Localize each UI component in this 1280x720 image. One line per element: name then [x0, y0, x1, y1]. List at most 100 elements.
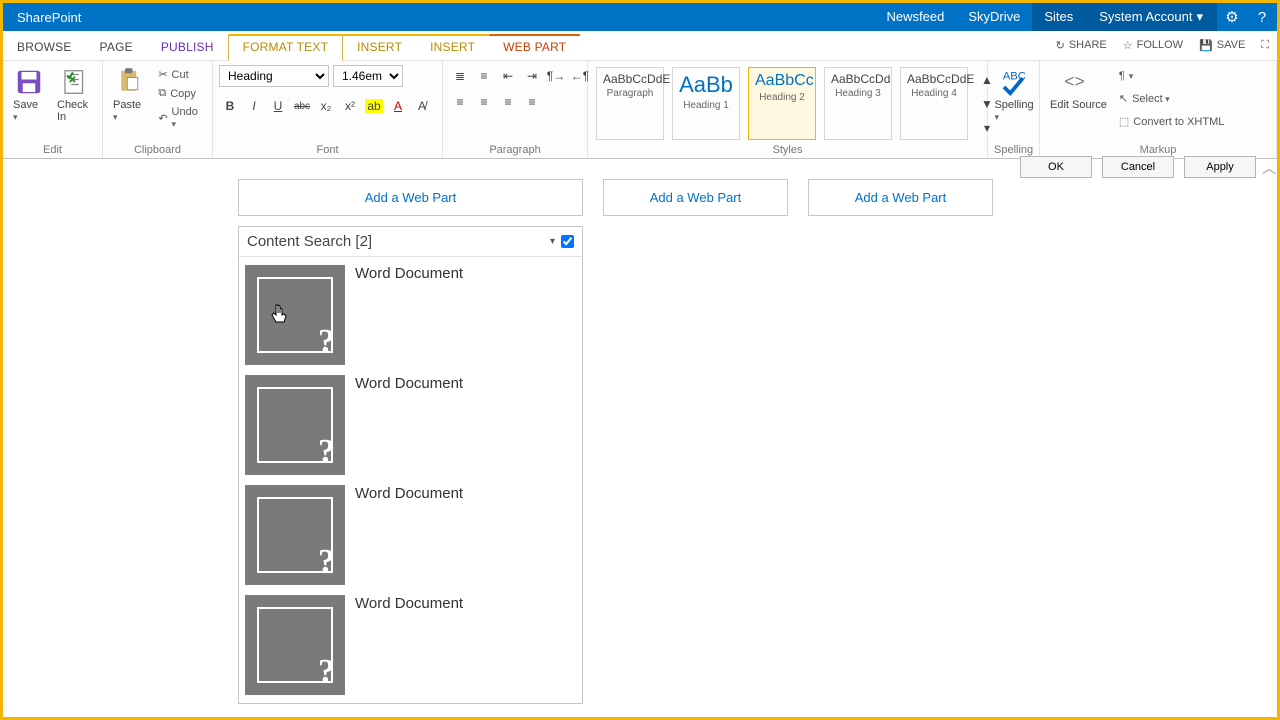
share-action[interactable]: ↻ SHARE — [1048, 30, 1115, 60]
group-edit-label: Edit — [9, 142, 96, 158]
align-justify-button[interactable]: ≡ — [521, 91, 543, 113]
outdent-button[interactable]: ⇤ — [497, 65, 519, 87]
web-part-menu-chevron[interactable]: ▾ — [544, 236, 561, 247]
nav-newsfeed[interactable]: Newsfeed — [875, 3, 957, 31]
web-part-body: ? Word Document ? Word Document ? Word D… — [239, 256, 582, 703]
result-title[interactable]: Word Document — [355, 595, 463, 612]
help-icon[interactable]: ? — [1247, 9, 1277, 26]
nav-skydrive[interactable]: SkyDrive — [956, 3, 1032, 31]
spelling-button[interactable]: ABC Spelling — [994, 65, 1034, 125]
ribbon-tabs: BROWSE PAGE PUBLISH FORMAT TEXT INSERT I… — [3, 31, 1277, 61]
bold-button[interactable]: B — [219, 95, 241, 117]
nav-sites[interactable]: Sites — [1032, 3, 1085, 31]
svg-text:<>: <> — [1065, 71, 1085, 91]
italic-button[interactable]: I — [243, 95, 265, 117]
checkin-button[interactable]: Check In — [53, 65, 96, 125]
result-title[interactable]: Word Document — [355, 485, 463, 502]
style-paragraph[interactable]: AaBbCcDdEParagraph — [596, 67, 664, 140]
undo-button[interactable]: ↶Undo — [154, 105, 206, 131]
numbering-button[interactable]: ≡ — [473, 65, 495, 87]
align-right-icon: ≡ — [504, 95, 511, 109]
focus-icon[interactable]: ⛶ — [1253, 30, 1277, 60]
align-justify-icon: ≡ — [528, 95, 535, 109]
save-action[interactable]: 💾 SAVE — [1191, 30, 1253, 60]
result-item[interactable]: ? Word Document — [245, 595, 576, 695]
cut-button[interactable]: ✂Cut — [154, 67, 206, 82]
group-paragraph-label: Paragraph — [449, 142, 581, 158]
tab-page[interactable]: PAGE — [86, 34, 147, 60]
eraser-icon: A̸ — [418, 99, 426, 113]
select-button[interactable]: ↖Select — [1115, 91, 1229, 106]
code-icon: <> — [1063, 67, 1093, 97]
highlight-button[interactable]: ab — [363, 95, 385, 117]
tab-insert-2[interactable]: INSERT — [416, 34, 489, 60]
undo-icon: ↶ — [158, 112, 167, 125]
result-item[interactable]: ? Word Document — [245, 265, 576, 365]
tab-insert[interactable]: INSERT — [343, 34, 416, 60]
align-right-button[interactable]: ≡ — [497, 91, 519, 113]
result-title[interactable]: Word Document — [355, 265, 463, 282]
edit-source-button[interactable]: <> Edit Source — [1046, 65, 1111, 113]
indent-button[interactable]: ⇥ — [521, 65, 543, 87]
font-size-select[interactable]: 1.46em — [333, 65, 403, 87]
user-menu[interactable]: System Account ▾ — [1085, 3, 1217, 31]
suite-bar: SharePoint Newsfeed SkyDrive Sites Syste… — [3, 3, 1277, 31]
group-styles-label: Styles — [594, 142, 981, 158]
style-heading-4[interactable]: AaBbCcDdEHeading 4 — [900, 67, 968, 140]
globe-icon: ¶ — [1119, 70, 1125, 82]
question-icon: ? — [318, 653, 335, 691]
group-styles: AaBbCcDdEParagraph AaBbHeading 1 AaBbCcH… — [588, 61, 988, 158]
paste-button[interactable]: Paste — [109, 65, 150, 125]
bullets-button[interactable]: ≣ — [449, 65, 471, 87]
outdent-icon: ⇤ — [503, 69, 513, 83]
result-thumbnail: ? — [245, 265, 345, 365]
ltr-button[interactable]: ¶→ — [545, 65, 567, 87]
highlight-icon: ab — [365, 99, 382, 113]
copy-button[interactable]: ⧉Copy — [154, 86, 206, 101]
result-thumbnail: ? — [245, 595, 345, 695]
paste-icon — [115, 67, 145, 97]
strike-button[interactable]: abc — [291, 95, 313, 117]
tab-publish[interactable]: PUBLISH — [147, 34, 228, 60]
font-color-icon: A — [394, 99, 402, 113]
copy-icon: ⧉ — [158, 87, 166, 100]
align-left-icon: ≡ — [456, 95, 463, 109]
align-center-button[interactable]: ≡ — [473, 91, 495, 113]
add-web-part-right[interactable]: Add a Web Part — [808, 179, 993, 216]
convert-xhtml-button[interactable]: ⬚Convert to XHTML — [1115, 114, 1229, 129]
tab-web-part[interactable]: WEB PART — [489, 34, 580, 60]
font-name-select[interactable]: Heading — [219, 65, 329, 87]
align-left-button[interactable]: ≡ — [449, 91, 471, 113]
subscript-button[interactable]: x₂ — [315, 95, 337, 117]
numbering-icon: ≡ — [480, 69, 487, 83]
tab-format-text[interactable]: FORMAT TEXT — [228, 34, 344, 61]
save-button[interactable]: Save — [9, 65, 49, 125]
style-heading-3[interactable]: AaBbCcDdHeading 3 — [824, 67, 892, 140]
font-color-button[interactable]: A — [387, 95, 409, 117]
result-item[interactable]: ? Word Document — [245, 485, 576, 585]
clear-format-button[interactable]: A̸ — [411, 95, 433, 117]
gear-icon[interactable]: ⚙ — [1217, 8, 1247, 26]
group-markup: <> Edit Source ¶ ↖Select ⬚Convert to XHT… — [1040, 61, 1277, 158]
style-heading-1[interactable]: AaBbHeading 1 — [672, 67, 740, 140]
group-paragraph: ≣ ≡ ⇤ ⇥ ¶→ ←¶ ≡ ≡ ≡ ≡ Paragraph — [443, 61, 588, 158]
save-icon: 💾 — [1199, 39, 1213, 52]
follow-action[interactable]: ☆ FOLLOW — [1115, 30, 1191, 60]
web-part-select-checkbox[interactable] — [561, 235, 574, 248]
convert-icon: ⬚ — [1119, 115, 1129, 128]
add-web-part-main[interactable]: Add a Web Part — [238, 179, 583, 216]
result-item[interactable]: ? Word Document — [245, 375, 576, 475]
content-search-web-part: Content Search [2] ▾ ? Word Document ? W… — [238, 226, 583, 704]
web-part-header[interactable]: Content Search [2] ▾ — [239, 227, 582, 256]
suite-brand[interactable]: SharePoint — [3, 10, 95, 25]
add-web-part-center[interactable]: Add a Web Part — [603, 179, 788, 216]
group-spelling: ABC Spelling Spelling — [988, 61, 1040, 158]
superscript-button[interactable]: x² — [339, 95, 361, 117]
tab-browse[interactable]: BROWSE — [3, 34, 86, 60]
result-title[interactable]: Word Document — [355, 375, 463, 392]
bullets-icon: ≣ — [455, 69, 465, 83]
question-icon: ? — [318, 433, 335, 471]
style-heading-2[interactable]: AaBbCcHeading 2 — [748, 67, 816, 140]
language-button[interactable]: ¶ — [1115, 69, 1229, 83]
underline-button[interactable]: U — [267, 95, 289, 117]
